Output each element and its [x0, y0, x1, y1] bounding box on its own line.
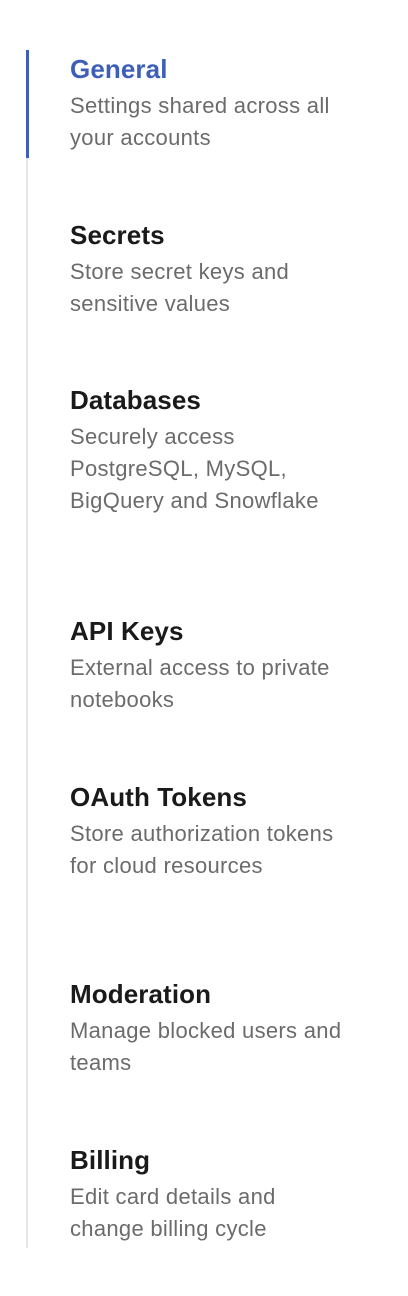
sidebar-item-title: Databases	[70, 385, 201, 415]
sidebar-item-title: API Keys	[70, 616, 184, 646]
sidebar-item-general[interactable]: General Settings shared across all your …	[26, 50, 368, 158]
sidebar-item-oauth-tokens[interactable]: OAuth Tokens Store authorization tokens …	[28, 780, 368, 882]
sidebar-item-description: Edit card details and change billing cyc…	[70, 1184, 276, 1241]
sidebar-item-title: General	[70, 54, 168, 84]
sidebar-item-description: Store authorization tokens for cloud res…	[70, 821, 334, 878]
sidebar-item-api-keys[interactable]: API Keys External access to private note…	[28, 614, 368, 716]
sidebar-item-title: Secrets	[70, 220, 165, 250]
sidebar-item-moderation[interactable]: Moderation Manage blocked users and team…	[28, 977, 368, 1079]
settings-sidebar: General Settings shared across all your …	[26, 50, 386, 1248]
sidebar-item-title: Moderation	[70, 979, 212, 1009]
sidebar-item-description: External access to private notebooks	[70, 655, 330, 712]
sidebar-item-secrets[interactable]: Secrets Store secret keys and sensitive …	[28, 218, 368, 320]
sidebar-item-description: Manage blocked users and teams	[70, 1018, 342, 1075]
sidebar-item-billing[interactable]: Billing Edit card details and change bil…	[28, 1143, 368, 1245]
sidebar-item-description: Securely access PostgreSQL, MySQL, BigQu…	[70, 424, 319, 513]
sidebar-item-databases[interactable]: Databases Securely access PostgreSQL, My…	[28, 383, 368, 517]
sidebar-item-title: OAuth Tokens	[70, 782, 247, 812]
sidebar-item-description: Settings shared across all your accounts	[70, 93, 330, 150]
sidebar-item-title: Billing	[70, 1145, 151, 1175]
sidebar-item-description: Store secret keys and sensitive values	[70, 259, 290, 316]
